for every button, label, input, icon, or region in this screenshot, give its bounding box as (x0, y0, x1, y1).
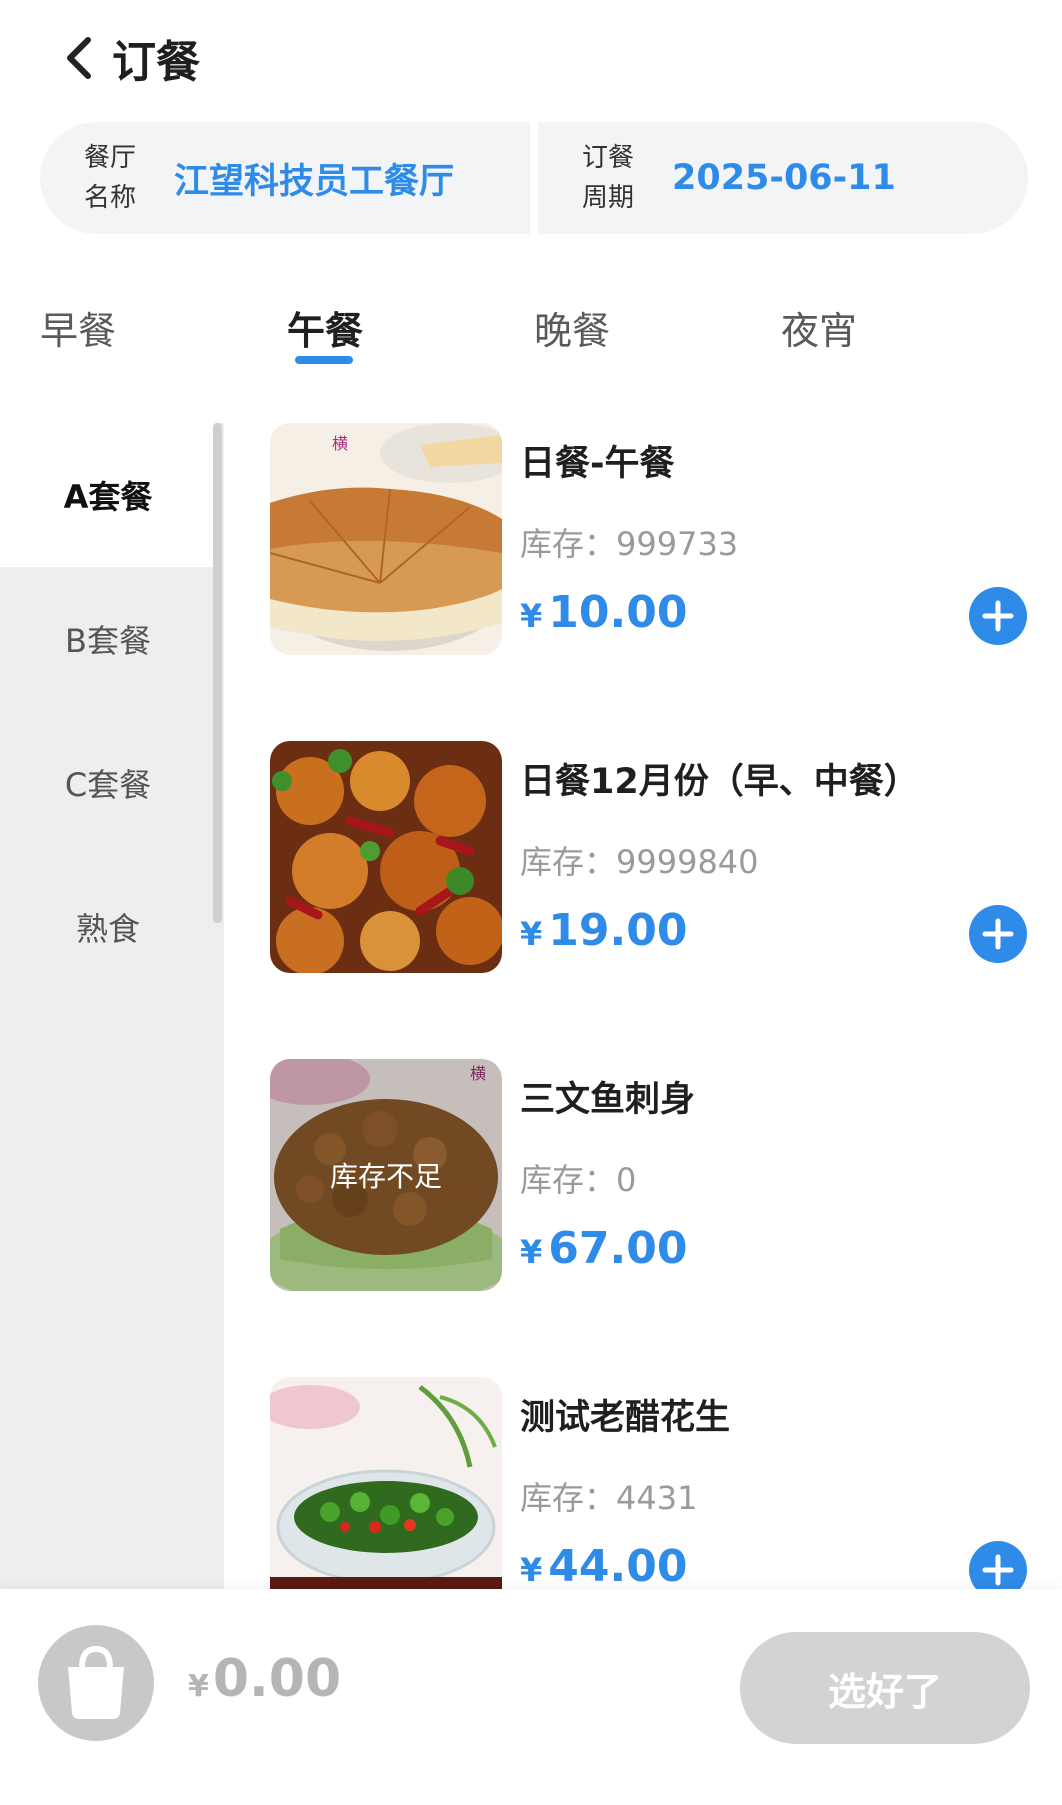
dish-stock: 库存：0 (520, 1161, 637, 1199)
dish-item[interactable]: 测试老醋花生 库存：4431 ¥44.00 (224, 1377, 1062, 1589)
order-info-card: 餐厅名称 江望科技员工餐厅 订餐周期 2025-06-11 (40, 122, 1028, 234)
dish-item[interactable]: 日餐12月份（早、中餐） 库存：9999840 ¥19.00 (224, 741, 1062, 973)
category-b-set[interactable]: B套餐 (0, 567, 216, 711)
cake-photo-icon: 横 (270, 423, 502, 655)
currency-symbol: ¥ (520, 1233, 543, 1271)
add-to-cart-button[interactable] (969, 1541, 1027, 1589)
plus-icon (982, 600, 1014, 632)
category-a-set[interactable]: A套餐 (0, 423, 216, 567)
svg-text:横: 横 (332, 434, 348, 453)
currency-symbol: ¥ (520, 597, 543, 635)
restaurant-label: 餐厅名称 (84, 143, 137, 213)
page-title: 订餐 (112, 37, 200, 88)
dish-price: ¥10.00 (520, 587, 687, 638)
order-period-info[interactable]: 订餐周期 2025-06-11 (538, 122, 1028, 234)
price-value: 19.00 (548, 905, 688, 956)
fried-dish-photo-icon (270, 741, 502, 973)
tab-night-snack[interactable]: 夜宵 (781, 300, 857, 355)
price-value: 10.00 (548, 587, 688, 638)
dish-price: ¥19.00 (520, 905, 687, 956)
category-cooked-food[interactable]: 熟食 (0, 855, 216, 999)
back-arrow-icon[interactable] (60, 34, 100, 82)
tab-dinner[interactable]: 晚餐 (534, 300, 610, 355)
walnut-dish-photo-icon: 横 库存不足 (270, 1059, 502, 1291)
category-c-set[interactable]: C套餐 (0, 711, 216, 855)
add-to-cart-button[interactable] (969, 587, 1027, 645)
dish-name: 测试老醋花生 (520, 1398, 731, 1438)
sidebar-scrollbar[interactable] (213, 423, 222, 923)
active-tab-indicator (295, 356, 353, 364)
confirm-selection-button[interactable]: 选好了 (740, 1632, 1030, 1744)
tab-breakfast[interactable]: 早餐 (40, 300, 116, 355)
currency-symbol: ¥ (520, 1551, 543, 1589)
currency-symbol: ¥ (188, 1669, 209, 1704)
checkout-bar: ¥0.00 选好了 (0, 1589, 1062, 1805)
category-sidebar: A套餐 B套餐 C套餐 熟食 (0, 423, 224, 1589)
shopping-bag-icon (68, 1645, 124, 1719)
total-amount: 0.00 (212, 1649, 342, 1709)
plus-icon (982, 1554, 1014, 1586)
dish-name: 日餐12月份（早、中餐） (520, 762, 919, 802)
price-value: 67.00 (548, 1223, 688, 1274)
currency-symbol: ¥ (520, 915, 543, 953)
dish-stock: 库存：999733 (520, 525, 739, 563)
dish-name: 三文鱼刺身 (520, 1080, 696, 1120)
period-label: 订餐周期 (582, 143, 635, 213)
restaurant-info[interactable]: 餐厅名称 江望科技员工餐厅 (40, 122, 530, 234)
dish-price: ¥67.00 (520, 1223, 687, 1274)
price-value: 44.00 (548, 1541, 688, 1589)
restaurant-name: 江望科技员工餐厅 (174, 161, 455, 202)
dish-item[interactable]: 横 日餐-午餐 库存：999733 ¥10.00 (224, 423, 1062, 655)
dish-item[interactable]: 横 库存不足 三文鱼刺身 库存：0 ¥67.00 (224, 1059, 1062, 1291)
dish-name: 日餐-午餐 (520, 444, 675, 484)
out-of-stock-overlay: 库存不足 (270, 1059, 502, 1291)
dish-price: ¥44.00 (520, 1541, 687, 1589)
period-value: 2025-06-11 (672, 158, 896, 198)
meal-tabs: 早餐 午餐 晚餐 夜宵 (0, 290, 1062, 380)
shopping-bag-button[interactable] (38, 1625, 154, 1741)
plus-icon (982, 918, 1014, 950)
top-bar: 订餐 (0, 0, 1062, 112)
cart-total: ¥0.00 (188, 1649, 341, 1709)
dish-stock: 库存：4431 (520, 1479, 698, 1517)
pepper-bowl-photo-icon (270, 1377, 502, 1589)
tab-lunch[interactable]: 午餐 (287, 300, 363, 355)
dish-list: 横 日餐-午餐 库存：999733 ¥10.00 日餐12月份（早、中餐） 库存… (224, 423, 1062, 1589)
add-to-cart-button[interactable] (969, 905, 1027, 963)
dish-stock: 库存：9999840 (520, 843, 759, 881)
